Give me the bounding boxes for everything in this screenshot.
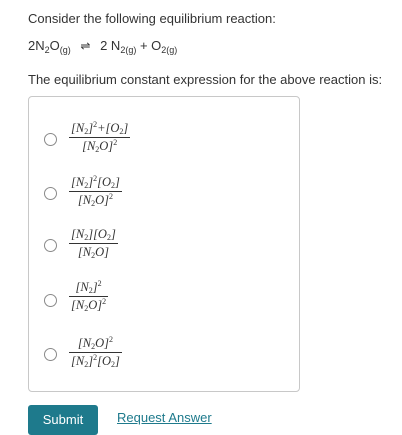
product1: 2 N bbox=[100, 38, 121, 53]
fraction-5: [N2O]2 [N2]2[O2] bbox=[69, 336, 122, 369]
product2-phase: 2(g) bbox=[161, 45, 178, 55]
fraction-bar-3 bbox=[69, 243, 118, 244]
denominator-5: [N2]2[O2] bbox=[71, 353, 120, 369]
submit-button[interactable]: Submit bbox=[28, 405, 98, 435]
denominator-1: [N2O]2 bbox=[82, 138, 118, 154]
radio-option-3[interactable] bbox=[44, 239, 57, 252]
fraction-2: [N2]2[O2] [N2O]2 bbox=[69, 175, 122, 208]
request-answer-link[interactable]: Request Answer bbox=[117, 410, 212, 425]
reactant-rest: O bbox=[49, 38, 60, 53]
radio-option-1[interactable] bbox=[44, 133, 57, 146]
numerator-5: [N2O]2 bbox=[77, 335, 113, 351]
numerator-3: [N2][O2] bbox=[71, 227, 116, 242]
fraction-1: [N2]2+[O2] [N2O]2 bbox=[69, 120, 131, 154]
fraction-bar-2 bbox=[69, 191, 122, 192]
fraction-bar-1 bbox=[69, 137, 131, 138]
question-text: The equilibrium constant expression for … bbox=[28, 72, 383, 87]
radio-option-4[interactable] bbox=[44, 294, 57, 307]
reaction-equation: 2N2O(g) ⇌ 2 N2(g) + O2(g) bbox=[28, 38, 178, 55]
option-4[interactable]: [N2]2 [N2O]2 bbox=[29, 272, 299, 324]
fraction-4: [N2]2 [N2O]2 bbox=[69, 279, 109, 313]
numerator-4: [N2]2 bbox=[75, 279, 102, 295]
product2: + O bbox=[136, 38, 162, 53]
fraction-3: [N2][O2] [N2O] bbox=[69, 227, 118, 260]
denominator-2: [N2O]2 bbox=[77, 192, 113, 208]
radio-option-5[interactable] bbox=[44, 348, 57, 361]
denominator-4: [N2O]2 bbox=[71, 297, 107, 313]
option-2[interactable]: [N2]2[O2] [N2O]2 bbox=[29, 165, 299, 217]
prompt-text: Consider the following equilibrium react… bbox=[28, 11, 276, 26]
option-5[interactable]: [N2O]2 [N2]2[O2] bbox=[29, 328, 299, 380]
radio-option-2[interactable] bbox=[44, 187, 57, 200]
equilibrium-arrow-icon: ⇌ bbox=[80, 39, 91, 53]
answer-options-box: [N2]2+[O2] [N2O]2 [N2]2[O2] [N2O]2 [N2][… bbox=[28, 96, 300, 392]
option-1[interactable]: [N2]2+[O2] [N2O]2 bbox=[29, 111, 299, 163]
option-3[interactable]: [N2][O2] [N2O] bbox=[29, 217, 299, 269]
numerator-2: [N2]2[O2] bbox=[71, 174, 120, 190]
reactant-coef: 2N bbox=[28, 38, 45, 53]
denominator-3: [N2O] bbox=[77, 245, 109, 260]
reactant-phase: (g) bbox=[59, 45, 71, 55]
numerator-1: [N2]2+[O2] bbox=[71, 120, 129, 136]
product1-phase: 2(g) bbox=[120, 45, 137, 55]
